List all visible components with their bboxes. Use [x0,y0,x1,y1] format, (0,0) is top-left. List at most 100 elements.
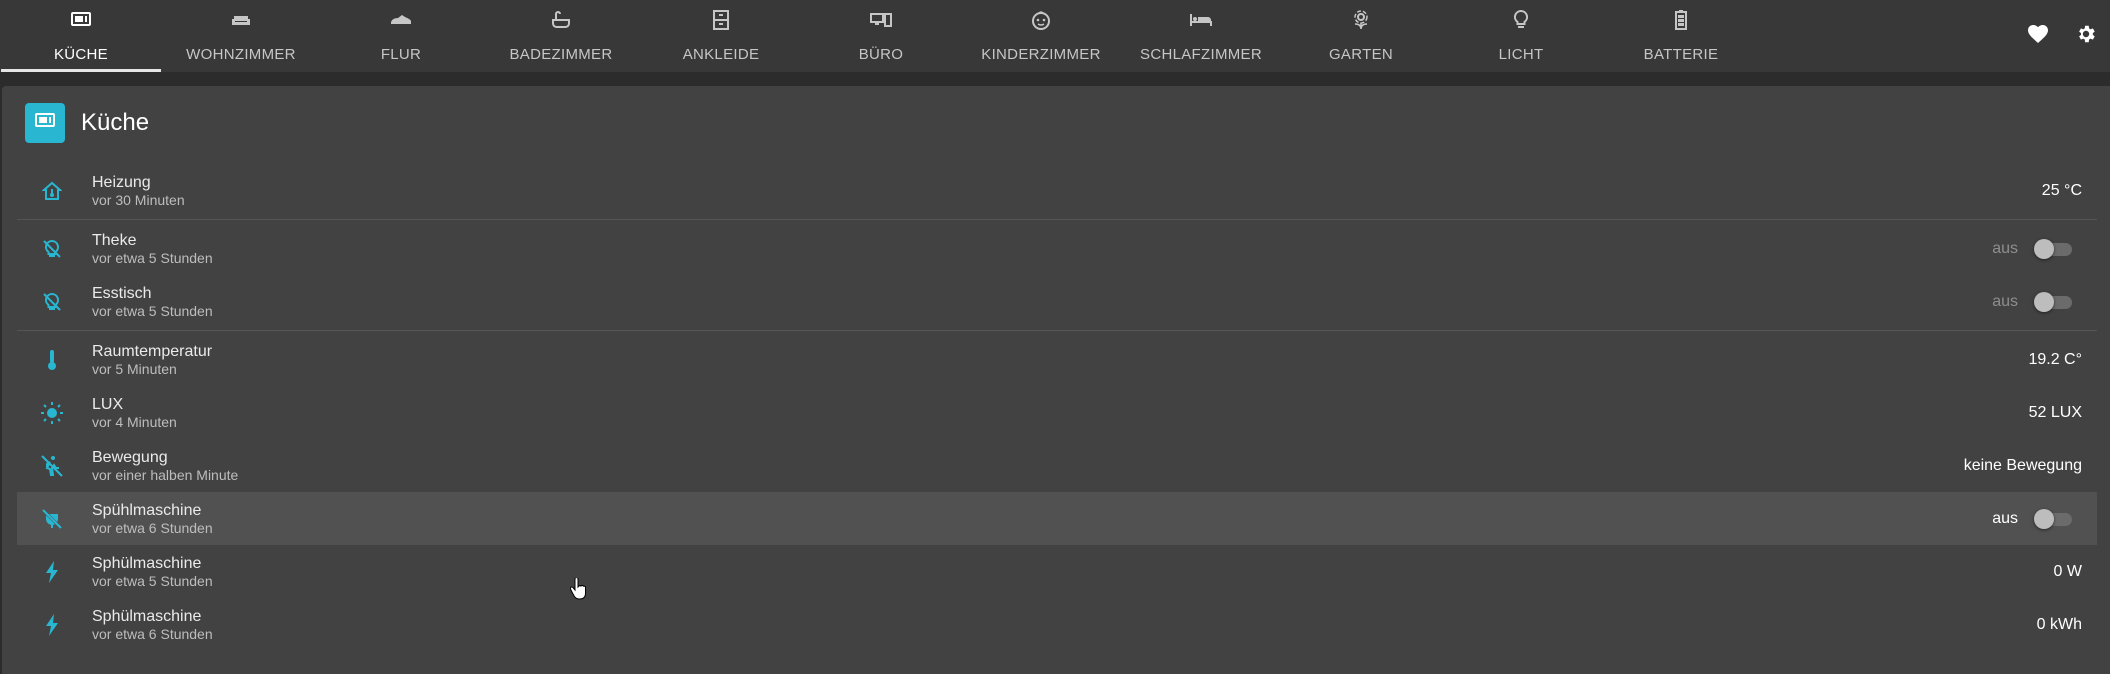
toggle-state-label: aus [1992,239,2018,257]
card-title: Küche [81,109,150,136]
entity-row-esstisch[interactable]: Esstisch vor etwa 5 Stunden aus [17,275,2097,328]
entity-last-changed: vor 5 Minuten [92,360,177,377]
lightbulb-off-icon [17,292,80,312]
entity-last-changed: vor 4 Minuten [92,413,177,430]
entity-value: 52 LUX [2028,403,2082,421]
divider [17,330,2097,331]
settings-button[interactable] [2062,12,2110,60]
tab-label: BATTERIE [1643,46,1719,63]
entity-last-changed: vor einer halben Minute [92,466,239,483]
entity-value: keine Bewegung [1963,456,2082,474]
entity-last-changed: vor etwa 5 Stunden [92,572,213,589]
tab-label: GARTEN [1328,46,1394,63]
entity-list: Heizung vor 30 Minuten 25 °C Theke vor e… [17,164,2097,651]
lightbulb-off-icon [17,239,80,259]
toggle-state-label: aus [1992,509,2018,527]
tab-label: LICHT [1498,46,1544,63]
lightbulb-icon [1510,9,1532,31]
toggle-switch[interactable] [2034,508,2072,529]
entity-row-spuehlmaschine[interactable]: Spühlmaschine vor etwa 6 Stunden aus [17,492,2097,545]
tab-wohnzimmer[interactable]: WOHNZIMMER [161,0,321,72]
entity-value: 19.2 C° [2028,350,2082,368]
battery-icon [1670,9,1692,31]
card-header: Küche [25,102,149,144]
entity-name: Esstisch [92,284,152,302]
divider [17,219,2097,220]
tab-label: WOHNZIMMER [186,46,296,63]
tab-licht[interactable]: LICHT [1441,0,1601,72]
tab-label: KINDERZIMMER [981,46,1101,63]
microwave-icon [35,112,55,134]
room-card: Küche Heizung vor 30 Minuten 25 °C Theke… [2,86,2110,674]
entity-last-changed: vor etwa 6 Stunden [92,519,213,536]
bed-icon [1190,9,1212,31]
entity-row-theke[interactable]: Theke vor etwa 5 Stunden aus [17,222,2097,275]
tab-label: BADEZIMMER [509,46,613,63]
tab-buero[interactable]: BÜRO [801,0,961,72]
sofa-icon [230,9,252,31]
tab-label: KÜCHE [53,46,108,63]
tab-schlafzimmer[interactable]: SCHLAFZIMMER [1121,0,1281,72]
entity-row-heizung[interactable]: Heizung vor 30 Minuten 25 °C [17,164,2097,217]
entity-row-energy[interactable]: Sphülmaschine vor etwa 6 Stunden 0 kWh [17,598,2097,651]
entity-name: Heizung [92,173,151,191]
tab-badezimmer[interactable]: BADEZIMMER [481,0,641,72]
entity-last-changed: vor etwa 5 Stunden [92,249,213,266]
brightness-icon [17,401,80,424]
entity-name: LUX [92,395,124,413]
entity-value: 25 °C [2041,181,2082,199]
bathtub-icon [550,9,572,31]
entity-name: Sphülmaschine [92,554,202,572]
content-area: Küche Heizung vor 30 Minuten 25 °C Theke… [0,72,2110,674]
entity-name: Theke [92,231,137,249]
microwave-icon [70,9,92,31]
entity-name: Sphülmaschine [92,607,202,625]
flash-icon [17,560,80,583]
desk-icon [870,9,892,31]
top-app-bar: KÜCHE WOHNZIMMER FLUR BADEZIMMER ANKLEID… [0,0,2110,72]
favorites-button[interactable] [2014,12,2062,60]
entity-row-power[interactable]: Sphülmaschine vor etwa 5 Stunden 0 W [17,545,2097,598]
tab-label: SCHLAFZIMMER [1140,46,1262,63]
toggle-switch[interactable] [2034,291,2072,312]
entity-row-raumtemperatur[interactable]: Raumtemperatur vor 5 Minuten 19.2 C° [17,333,2097,386]
entity-name: Spühlmaschine [92,501,202,519]
gear-icon [2075,23,2097,50]
tab-batterie[interactable]: BATTERIE [1601,0,1761,72]
tab-kueche[interactable]: KÜCHE [1,0,161,72]
toggle-switch[interactable] [2034,238,2072,259]
entity-value: 0 W [2053,562,2082,580]
power-plug-off-icon [17,508,80,529]
entity-toggle: aus [1992,291,2072,312]
entity-toggle: aus [1992,508,2072,529]
entity-last-changed: vor etwa 5 Stunden [92,302,213,319]
top-actions [2014,0,2110,72]
flash-icon [17,613,80,636]
shoe-icon [390,9,412,31]
tab-garten[interactable]: GARTEN [1281,0,1441,72]
entity-row-bewegung[interactable]: Bewegung vor einer halben Minute keine B… [17,439,2097,492]
hand-cursor-icon [569,577,586,605]
tab-label: ANKLEIDE [682,46,760,63]
tab-kinderzimmer[interactable]: KINDERZIMMER [961,0,1121,72]
entity-toggle: aus [1992,238,2072,259]
toggle-state-label: aus [1992,292,2018,310]
entity-row-lux[interactable]: LUX vor 4 Minuten 52 LUX [17,386,2097,439]
wardrobe-icon [710,9,732,31]
room-tabs: KÜCHE WOHNZIMMER FLUR BADEZIMMER ANKLEID… [1,0,1761,72]
entity-last-changed: vor etwa 6 Stunden [92,625,213,642]
motion-off-icon [17,454,80,477]
thermometer-icon [17,349,80,371]
tab-label: BÜRO [858,46,904,63]
tab-ankleide[interactable]: ANKLEIDE [641,0,801,72]
flower-icon [1350,9,1372,31]
heart-icon [2027,24,2049,49]
card-icon-badge [25,103,65,143]
baby-face-icon [1030,9,1052,31]
entity-name: Raumtemperatur [92,342,213,360]
entity-value: 0 kWh [2036,615,2082,633]
tab-label: FLUR [380,46,422,63]
tab-flur[interactable]: FLUR [321,0,481,72]
entity-name: Bewegung [92,448,168,466]
home-thermostat-icon [17,181,80,201]
